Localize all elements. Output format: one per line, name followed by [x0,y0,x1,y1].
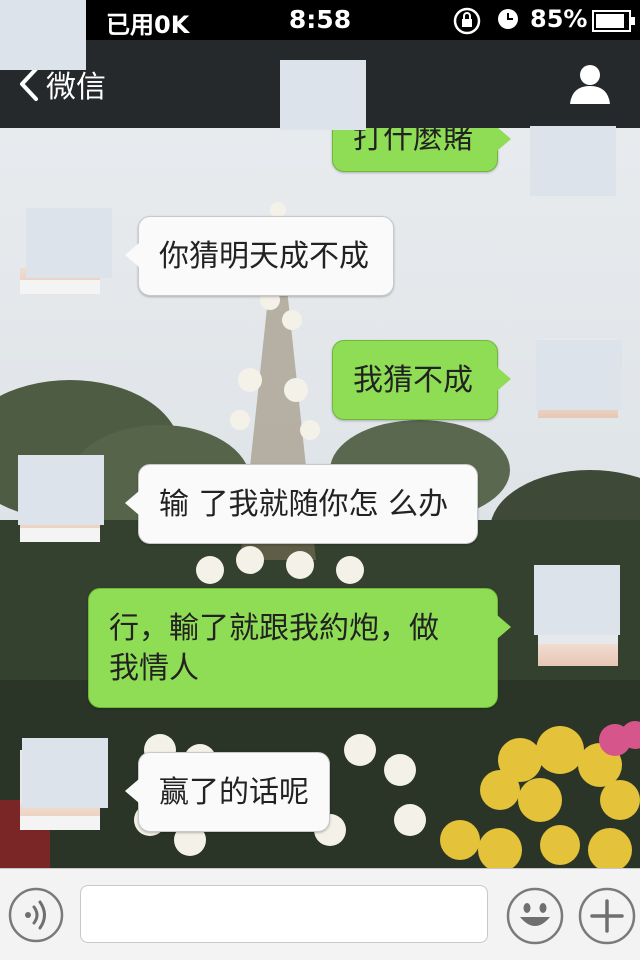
message-text-input[interactable] [80,885,488,943]
privacy-blur [534,565,620,635]
back-button[interactable]: 微信 [18,64,106,105]
privacy-blur [26,208,112,278]
message-text: 赢了的话呢 [159,775,309,810]
privacy-blur [530,126,616,196]
message-bubble-incoming[interactable]: 输 了我就随你怎 么办 [125,464,478,544]
chevron-left-icon [20,67,38,101]
user-icon[interactable] [568,62,612,110]
voice-button[interactable] [8,887,64,943]
message-bubble-incoming[interactable]: 你猜明天成不成 [125,216,394,296]
smiley-icon [506,887,564,945]
message-text: 你猜明天成不成 [159,239,369,274]
battery-percent: 85% [530,5,588,33]
status-bar: 已用0K 8:58 85% [0,0,640,40]
message-bubble-incoming[interactable]: 赢了的话呢 [125,752,330,832]
alarm-icon [497,8,519,34]
privacy-blur [0,0,86,70]
rotation-lock-icon [452,6,482,40]
more-options-button[interactable] [578,887,636,945]
chat-screen: 已用0K 8:58 85% 微信 打什麼賭 你猜明天成不成 我猜不成 输 了我就… [0,0,640,960]
battery-icon [592,10,636,36]
message-bubble-outgoing[interactable]: 行，輸了就跟我約炮，做我情人 [88,588,511,708]
plus-icon [578,887,636,945]
privacy-blur [280,60,366,130]
message-text: 行，輸了就跟我約炮，做我情人 [109,611,439,686]
privacy-blur [18,455,104,525]
privacy-blur [22,738,108,808]
message-text: 我猜不成 [353,363,473,398]
message-bubble-outgoing[interactable]: 我猜不成 [332,340,511,420]
message-text: 输 了我就随你怎 么办 [159,487,449,522]
voice-icon [8,887,64,943]
emoji-button[interactable] [506,887,564,945]
message-input-bar [0,868,640,960]
privacy-blur [536,340,622,410]
